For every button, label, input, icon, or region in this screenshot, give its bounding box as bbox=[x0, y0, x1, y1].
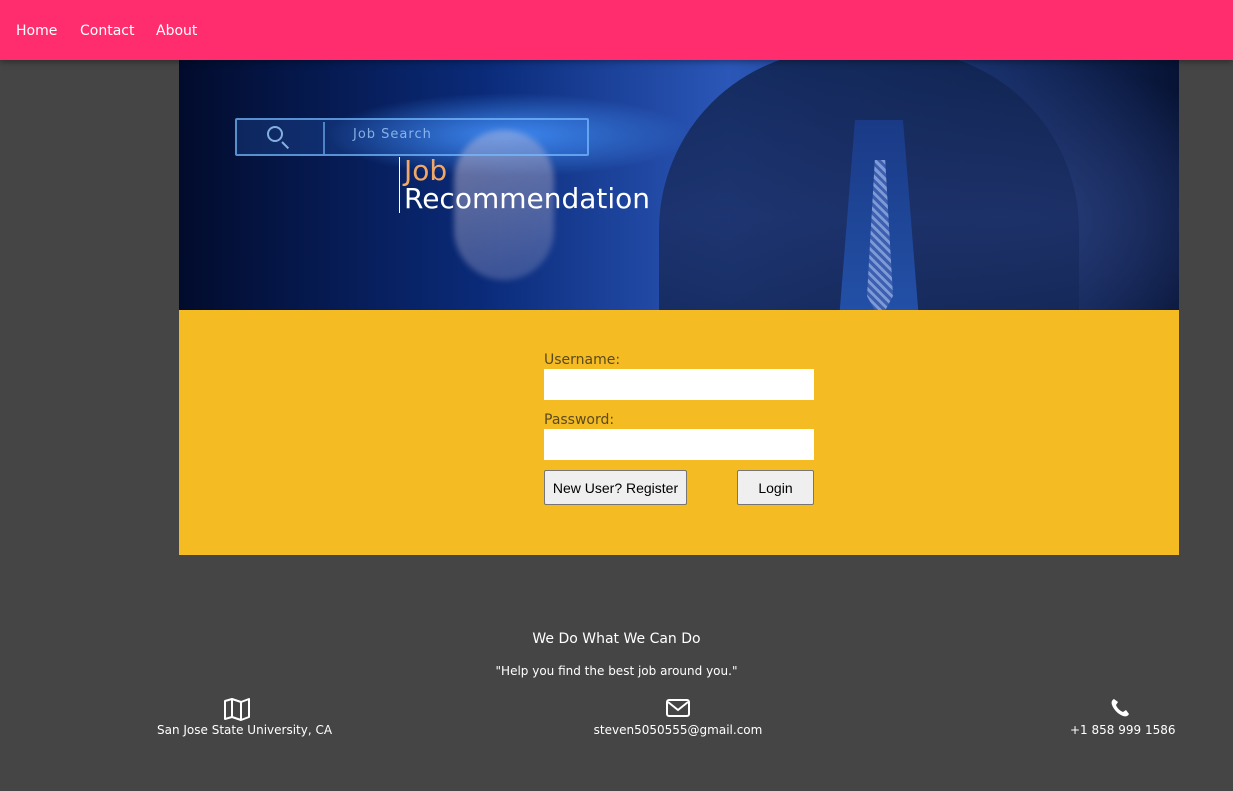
map-icon bbox=[157, 697, 317, 721]
footer-location: San Jose State University, CA bbox=[157, 697, 333, 737]
username-label: Username: bbox=[544, 352, 621, 368]
footer-phone-text: +1 858 999 1586 bbox=[1070, 723, 1176, 737]
footer-phone: +1 858 999 1586 bbox=[1070, 697, 1176, 737]
hero-search-divider bbox=[323, 122, 325, 154]
envelope-icon bbox=[593, 697, 763, 721]
login-panel: Username: Password: New User? Register L… bbox=[179, 310, 1179, 555]
password-label: Password: bbox=[544, 412, 615, 428]
username-input[interactable] bbox=[544, 369, 814, 400]
nav-link-home[interactable]: Home bbox=[16, 22, 57, 40]
hero-title-recommendation: Recommendation bbox=[404, 182, 651, 215]
footer-quote: "Help you find the best job around you." bbox=[495, 664, 738, 678]
hero-banner: Job Search Job Recommendation bbox=[179, 60, 1179, 310]
phone-icon bbox=[1070, 697, 1170, 721]
hero-title: Job Recommendation bbox=[399, 157, 650, 213]
footer-email-text[interactable]: steven5050555@gmail.com bbox=[593, 723, 763, 737]
footer-email: steven5050555@gmail.com bbox=[593, 697, 763, 737]
footer-title: We Do What We Can Do bbox=[532, 631, 701, 647]
login-button[interactable]: Login bbox=[737, 470, 814, 505]
hero-search-text: Job Search bbox=[353, 127, 432, 142]
hero-title-job: Job bbox=[404, 154, 448, 187]
hero-search-graphic: Job Search bbox=[235, 118, 589, 156]
nav-link-contact[interactable]: Contact bbox=[80, 22, 134, 40]
register-button[interactable]: New User? Register bbox=[544, 470, 687, 505]
nav-link-about[interactable]: About bbox=[156, 22, 197, 40]
magnifier-icon bbox=[267, 126, 283, 142]
footer-location-text: San Jose State University, CA bbox=[157, 723, 333, 737]
top-navbar: Home Contact About bbox=[0, 0, 1233, 60]
password-input[interactable] bbox=[544, 429, 814, 460]
